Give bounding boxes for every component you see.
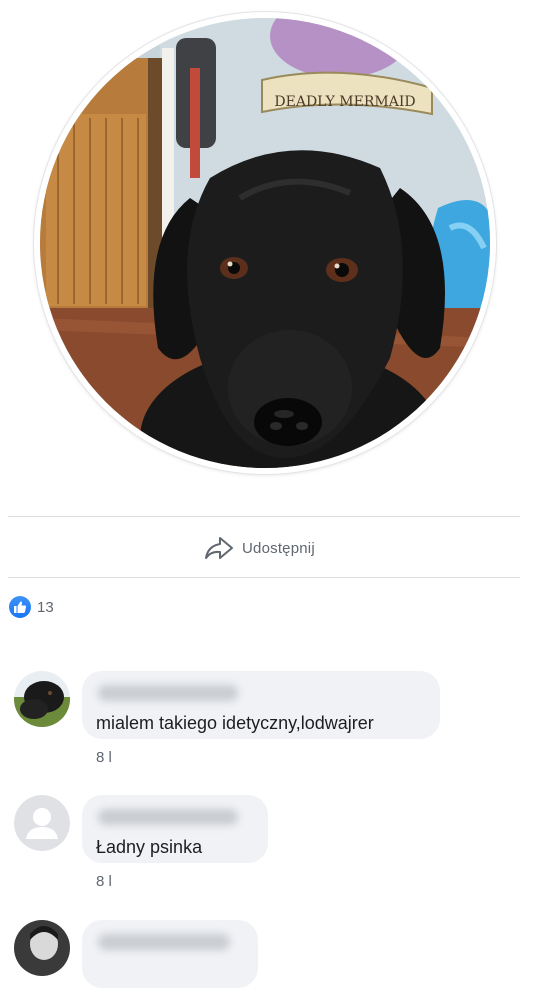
avatar[interactable] (14, 920, 70, 976)
profile-photo[interactable]: DEADLY MERMAID (40, 18, 490, 468)
share-label: Udostępnij (242, 539, 315, 557)
avatar[interactable] (14, 671, 70, 727)
svg-text:DEADLY MERMAID: DEADLY MERMAID (274, 94, 415, 110)
dog-photo-image: DEADLY MERMAID (40, 18, 490, 468)
comment-bubble: mialem takiego idetyczny,lodwajrer (82, 671, 440, 739)
author-name-redacted (98, 685, 238, 701)
author-name-redacted (98, 809, 238, 825)
reaction-summary[interactable]: 13 (9, 596, 54, 618)
default-avatar-icon[interactable] (14, 795, 70, 851)
divider-bottom (8, 577, 520, 578)
author-name-redacted (98, 934, 230, 950)
comment-meta: 8 l (96, 749, 112, 766)
comment-text: Ładny psinka (96, 837, 203, 857)
divider-top (8, 516, 520, 517)
thumbs-up-icon (9, 596, 31, 618)
comment-bubble (82, 920, 258, 988)
share-button[interactable]: Udostępnij (204, 533, 315, 563)
share-arrow-icon (205, 537, 233, 559)
like-count: 13 (37, 598, 54, 616)
profile-photo-frame: DEADLY MERMAID (34, 12, 496, 474)
comment-bubble: Ładny psinka (82, 795, 268, 863)
comment-meta: 8 l (96, 873, 112, 890)
comment-text: mialem takiego idetyczny,lodwajrer (96, 713, 374, 733)
